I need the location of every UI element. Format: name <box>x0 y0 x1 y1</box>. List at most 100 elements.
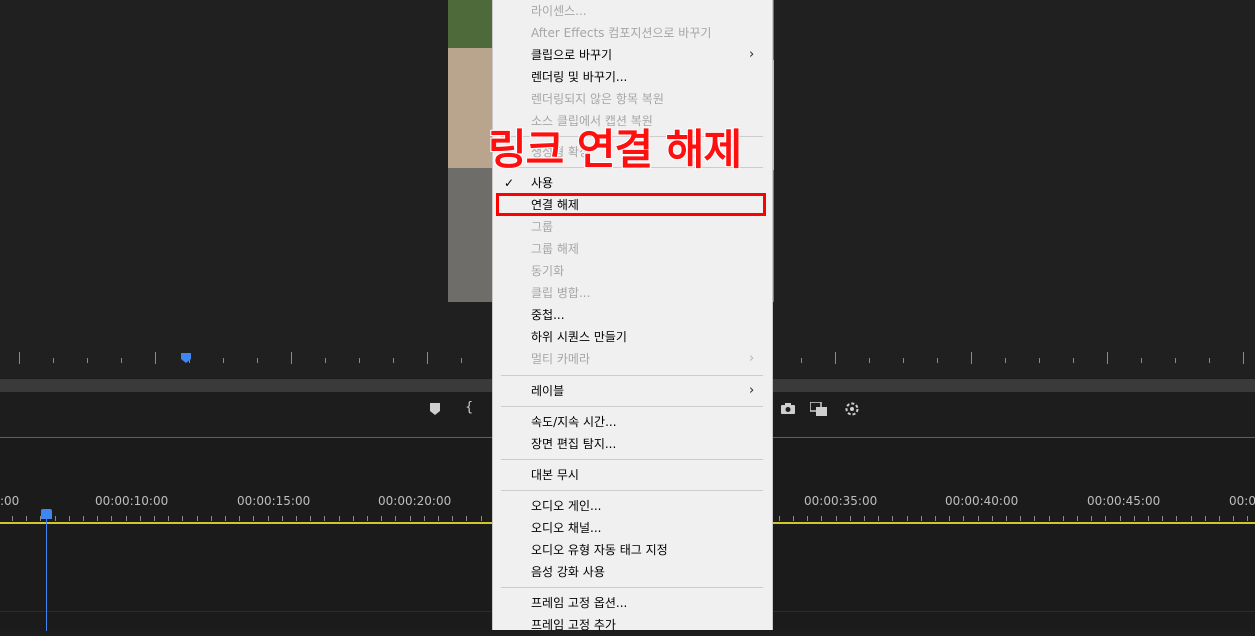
ruler-tick <box>353 516 354 521</box>
ruler-tick <box>12 516 13 521</box>
ruler-tick <box>211 516 212 521</box>
ruler-tick <box>381 516 382 521</box>
ruler-tick <box>821 516 822 521</box>
ruler-tick <box>992 516 993 521</box>
ruler-tick <box>253 516 254 521</box>
menu-item-license[interactable]: 라이센스... <box>531 0 587 22</box>
ruler-tick <box>87 358 88 363</box>
menu-item-restore-unrendered[interactable]: 렌더링되지 않은 항목 복원 <box>531 88 664 110</box>
ruler-tick <box>779 516 780 521</box>
menu-item-merge-clips[interactable]: 클립 병합... <box>531 282 590 304</box>
ruler-tick <box>1191 516 1192 521</box>
ruler-tick <box>949 516 950 521</box>
ruler-tick <box>1020 516 1021 521</box>
ruler-tick <box>869 358 870 363</box>
ruler-tick <box>310 516 311 521</box>
ruler-tick <box>55 516 56 521</box>
menu-item-ignore-transcript[interactable]: 대본 무시 <box>531 464 579 486</box>
ruler-tick <box>140 516 141 521</box>
marker-icon[interactable] <box>430 403 440 419</box>
menu-item-frame-hold-options[interactable]: 프레임 고정 옵션... <box>531 592 627 614</box>
ruler-tick <box>921 516 922 521</box>
ruler-tick <box>1233 516 1234 521</box>
ruler-tick <box>793 516 794 521</box>
ruler-tick <box>1243 352 1244 364</box>
ruler-tick <box>850 516 851 521</box>
ruler-tick <box>53 358 54 363</box>
in-point-icon[interactable]: { <box>465 400 473 415</box>
ruler-tick <box>903 358 904 363</box>
menu-item-audio-gain[interactable]: 오디오 게인... <box>531 495 601 517</box>
ruler-tick <box>801 358 802 363</box>
menu-item-group[interactable]: 그룹 <box>531 216 553 238</box>
menu-item-make-subsequence[interactable]: 하위 시퀀스 만들기 <box>531 326 627 348</box>
ruler-tick <box>223 358 224 363</box>
menu-separator <box>501 406 763 407</box>
timecode-label: 00:0 <box>1229 494 1255 508</box>
menu-item-add-frame-hold[interactable]: 프레임 고정 추가 <box>531 614 616 636</box>
ruler-tick <box>1148 516 1149 521</box>
menu-item-nest[interactable]: 중첩... <box>531 304 565 326</box>
ruler-tick <box>19 352 20 364</box>
ruler-tick <box>1063 516 1064 521</box>
ruler-tick <box>971 352 972 364</box>
menu-item-scene-edit-detection[interactable]: 장면 편집 탐지... <box>531 433 616 455</box>
menu-separator <box>501 375 763 376</box>
ruler-tick <box>168 516 169 521</box>
ruler-tick <box>239 516 240 521</box>
timeline-playhead[interactable] <box>46 512 47 631</box>
menu-item-replace-with-clip[interactable]: 클립으로 바꾸기 <box>531 44 612 66</box>
menu-item-audio-channels[interactable]: 오디오 채널... <box>531 517 601 539</box>
ruler-tick <box>452 516 453 521</box>
menu-separator <box>501 490 763 491</box>
menu-item-replace-with-ae-comp[interactable]: After Effects 컴포지션으로 바꾸기 <box>531 22 711 44</box>
ruler-tick <box>1049 516 1050 521</box>
ruler-tick <box>111 516 112 521</box>
ruler-tick <box>367 516 368 521</box>
menu-item-render-and-replace[interactable]: 렌더링 및 바꾸기... <box>531 66 627 88</box>
ruler-tick <box>324 516 325 521</box>
checkmark-icon: ✓ <box>504 176 515 190</box>
ruler-tick <box>1176 516 1177 521</box>
ruler-tick <box>359 358 360 363</box>
ruler-tick <box>1073 358 1074 363</box>
menu-item-label[interactable]: 레이블 <box>531 380 564 402</box>
ruler-tick <box>155 352 156 364</box>
ruler-tick <box>1141 358 1142 363</box>
ruler-tick <box>410 516 411 521</box>
ruler-tick <box>26 516 27 521</box>
chevron-right-icon: › <box>749 351 755 366</box>
annotation-text: 링크 연결 해제 <box>487 124 743 175</box>
ruler-tick <box>864 516 865 521</box>
ruler-tick <box>1105 516 1106 521</box>
menu-item-speed-duration[interactable]: 속도/지속 시간... <box>531 411 617 433</box>
ruler-tick <box>182 516 183 521</box>
ruler-tick <box>291 352 292 364</box>
menu-item-synchronize[interactable]: 동기화 <box>531 260 564 282</box>
ruler-tick <box>1162 516 1163 521</box>
ruler-tick <box>963 516 964 521</box>
menu-item-enhance-speech[interactable]: 음성 강화 사용 <box>531 561 605 583</box>
ruler-tick <box>154 516 155 521</box>
timecode-label: 00:00:10:00 <box>95 494 169 508</box>
ruler-tick <box>282 516 283 521</box>
ruler-tick <box>481 516 482 521</box>
menu-item-auto-tag-audio[interactable]: 오디오 유형 자동 태그 지정 <box>531 539 668 561</box>
timecode-label: 00:00:40:00 <box>945 494 1019 508</box>
ruler-tick <box>1209 358 1210 363</box>
camera-icon[interactable] <box>781 403 795 418</box>
menu-item-ungroup[interactable]: 그룹 해제 <box>531 238 579 260</box>
timecode-label: 00:00:45:00 <box>1087 494 1161 508</box>
menu-item-multi-camera[interactable]: 멀티 카메라 <box>531 348 590 370</box>
context-menu: 라이센스... After Effects 컴포지션으로 바꾸기 클립으로 바꾸… <box>492 0 773 632</box>
ruler-tick <box>69 516 70 521</box>
compare-view-icon[interactable] <box>809 401 828 420</box>
ruler-tick <box>1077 516 1078 521</box>
ruler-tick <box>835 352 836 364</box>
monitor-playhead[interactable] <box>181 352 191 363</box>
settings-icon[interactable] <box>845 402 859 420</box>
timecode-label: 00:00:35:00 <box>804 494 878 508</box>
timecode-label: 00:00:20:00 <box>378 494 452 508</box>
chevron-right-icon: › <box>749 383 755 398</box>
highlight-box <box>496 193 766 216</box>
